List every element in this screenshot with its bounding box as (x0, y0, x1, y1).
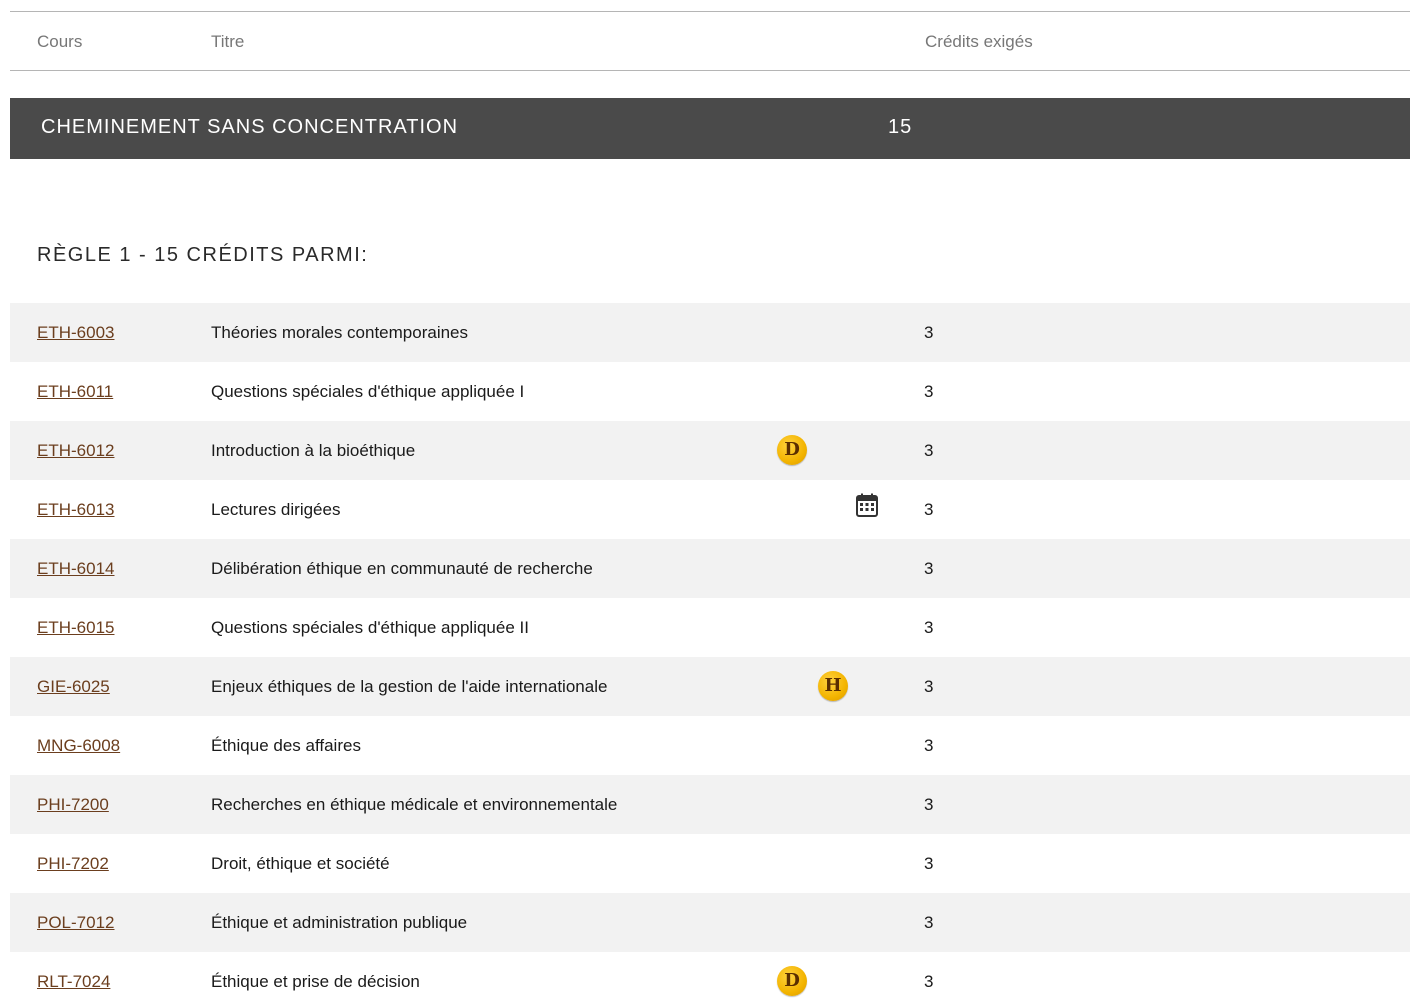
course-credits: 3 (924, 913, 934, 932)
header-title: Titre (211, 32, 245, 51)
course-code-link[interactable]: POL-7012 (37, 913, 115, 933)
course-credits: 3 (924, 382, 934, 401)
section-header: CHEMINEMENT SANS CONCENTRATION 15 (10, 98, 1410, 159)
course-requirements-page: Cours Titre Crédits exigés CHEMINEMENT S… (0, 0, 1410, 1008)
table-row: PHI-7202 Droit, éthique et société 3 (10, 834, 1410, 893)
course-credits: 3 (924, 854, 934, 873)
course-credits: 3 (924, 795, 934, 814)
header-code: Cours (37, 32, 83, 51)
section-title: CHEMINEMENT SANS CONCENTRATION (41, 116, 459, 138)
header-credits: Crédits exigés (925, 32, 1033, 51)
table-row: POL-7012 Éthique et administration publi… (10, 893, 1410, 952)
course-code-link[interactable]: ETH-6012 (37, 441, 114, 461)
course-credits: 3 (924, 323, 934, 342)
section-credits: 15 (888, 116, 913, 138)
course-title: Recherches en éthique médicale et enviro… (211, 795, 618, 814)
course-title: Éthique des affaires (211, 736, 361, 755)
table-row: RLT-7024 Éthique et prise de décision D … (10, 952, 1410, 1008)
table-row: ETH-6015 Questions spéciales d'éthique a… (10, 598, 1410, 657)
course-credits: 3 (924, 559, 934, 578)
course-title: Questions spéciales d'éthique appliquée … (211, 382, 525, 401)
course-credits: 3 (924, 441, 934, 460)
rule-title: RÈGLE 1 - 15 CRÉDITS PARMI: (37, 244, 369, 266)
course-title: Délibération éthique en communauté de re… (211, 559, 593, 578)
course-code-link[interactable]: ETH-6014 (37, 559, 114, 579)
table-row: ETH-6003 Théories morales contemporaines… (10, 303, 1410, 362)
calendar-icon[interactable] (856, 493, 878, 517)
hybrid-badge-icon[interactable]: H (818, 671, 848, 701)
course-title: Théories morales contemporaines (211, 323, 469, 342)
course-credits: 3 (924, 677, 934, 696)
course-title: Questions spéciales d'éthique appliquée … (211, 618, 529, 637)
course-code-link[interactable]: ETH-6013 (37, 500, 114, 520)
course-list: ETH-6003 Théories morales contemporaines… (10, 303, 1410, 1008)
course-title: Éthique et prise de décision (211, 972, 420, 991)
table-row: ETH-6012 Introduction à la bioéthique D … (10, 421, 1410, 480)
table-row: PHI-7200 Recherches en éthique médicale … (10, 775, 1410, 834)
course-code-link[interactable]: RLT-7024 (37, 972, 110, 992)
course-title: Introduction à la bioéthique (211, 441, 416, 460)
course-code-link[interactable]: ETH-6003 (37, 323, 114, 343)
course-title: Lectures dirigées (211, 500, 341, 519)
distance-badge-icon[interactable]: D (777, 966, 807, 996)
course-title: Enjeux éthiques de la gestion de l'aide … (211, 677, 608, 696)
table-row: ETH-6013 Lectures dirigées 3 (10, 480, 1410, 539)
table-row: GIE-6025 Enjeux éthiques de la gestion d… (10, 657, 1410, 716)
table-row: ETH-6014 Délibération éthique en communa… (10, 539, 1410, 598)
table-header: Cours Titre Crédits exigés (10, 11, 1410, 71)
distance-badge-icon[interactable]: D (777, 435, 807, 465)
table-row: MNG-6008 Éthique des affaires 3 (10, 716, 1410, 775)
course-code-link[interactable]: ETH-6011 (37, 382, 113, 402)
course-title: Éthique et administration publique (211, 913, 468, 932)
course-code-link[interactable]: PHI-7202 (37, 854, 109, 874)
course-credits: 3 (924, 618, 934, 637)
course-code-link[interactable]: GIE-6025 (37, 677, 110, 697)
course-code-link[interactable]: MNG-6008 (37, 736, 120, 756)
table-row: ETH-6011 Questions spéciales d'éthique a… (10, 362, 1410, 421)
course-title: Droit, éthique et société (211, 854, 390, 873)
course-credits: 3 (924, 736, 934, 755)
course-credits: 3 (924, 500, 934, 519)
course-code-link[interactable]: ETH-6015 (37, 618, 114, 638)
course-code-link[interactable]: PHI-7200 (37, 795, 109, 815)
course-credits: 3 (924, 972, 934, 991)
